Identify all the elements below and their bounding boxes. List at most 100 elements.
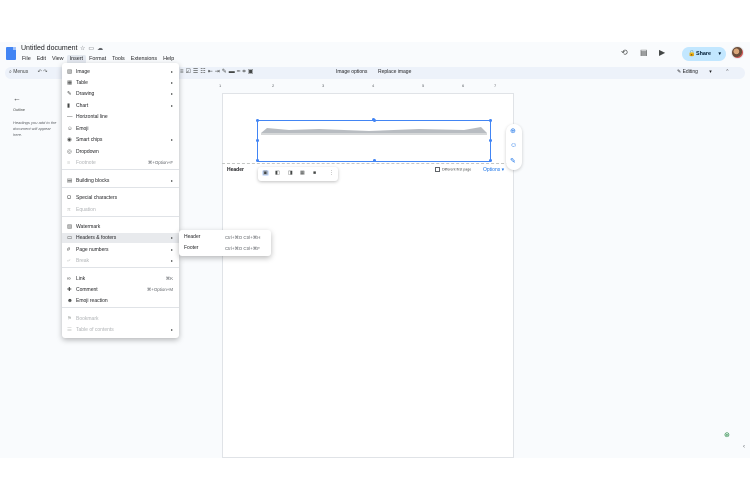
ruler-tick: 6 (462, 83, 465, 88)
grammarly-icon[interactable]: ⊛ (724, 431, 730, 439)
chevron-down-icon[interactable]: ▾ (718, 47, 721, 61)
add-comment-icon[interactable]: ⊕ (510, 127, 516, 135)
wrap-text-icon[interactable]: ◧ (275, 170, 280, 176)
cloud-status-icon[interactable]: ☁ (97, 46, 106, 52)
insert-menu-item-break: ⤶ Break ▸ (62, 256, 179, 266)
vertical-scrollbar[interactable] (743, 90, 746, 452)
header-divider (222, 163, 514, 164)
resize-handle[interactable] (489, 139, 492, 142)
insert-menu-item-chart[interactable]: ▮ Chart ▸ (62, 101, 179, 111)
editing-mode-button[interactable]: ✎ Editing ▾ ⌃ (677, 69, 729, 75)
pen-icon[interactable]: ✎ (222, 69, 229, 75)
resize-handle[interactable] (373, 159, 376, 162)
insert-menu-item-page-numbers[interactable]: # Page numbers ▸ (62, 245, 179, 255)
numbered-list-icon[interactable]: ☷ (200, 69, 207, 75)
suggest-edits-icon[interactable]: ✎ (510, 157, 516, 165)
resize-handle[interactable] (489, 159, 492, 162)
front-of-text-icon[interactable]: ■ (313, 170, 316, 176)
different-first-page-checkbox[interactable]: Different first page (435, 167, 471, 172)
meet-icon[interactable]: ▶ (659, 48, 665, 57)
document-title[interactable]: Untitled document (21, 45, 77, 52)
insert-menu-item-table[interactable]: ▦ Table ▸ (62, 78, 179, 88)
insert-menu-item-label: Drawing (76, 91, 95, 97)
insert-menu-item-label: Headers & footers (76, 235, 117, 241)
smart-chips-icon: ◉ (67, 137, 72, 143)
insert-menu-item-emoji-reaction[interactable]: ☻ Emoji reaction (62, 296, 179, 306)
insert-menu-item-label: Break (76, 258, 90, 264)
title-actions: ☆▭☁ (80, 45, 106, 52)
submenu-item-header[interactable]: Header Ctrl+⌘O Ctrl+⌘H (179, 232, 271, 243)
redo-icon[interactable]: ↷ (43, 69, 47, 75)
insert-menu-item-building-blocks[interactable]: ▤ Building blocks ▸ (62, 176, 179, 186)
comments-icon[interactable]: ▤ (640, 48, 648, 57)
header-options-button[interactable]: Options ▾ (483, 167, 504, 173)
resize-handle[interactable] (256, 159, 259, 162)
insert-menu-item-emoji[interactable]: ☺ Emoji (62, 124, 179, 134)
format-icons: ≡☑☰☷⇤⇥✎▬┅⌗▣ (180, 68, 255, 76)
back-arrow-icon[interactable]: ← (13, 94, 21, 103)
inline-wrap-icon[interactable]: ▣ (262, 170, 269, 176)
image-options-button[interactable]: Image options (336, 69, 367, 75)
border-weight-icon[interactable]: ▬ (229, 69, 237, 75)
insert-menu-item-label: Chart (76, 103, 89, 109)
rotate-handle[interactable] (372, 118, 375, 121)
resize-handle[interactable] (256, 139, 259, 142)
resize-handle[interactable] (256, 119, 259, 122)
menu-file[interactable]: File (19, 55, 34, 64)
break-text-icon[interactable]: ◨ (288, 170, 293, 176)
submenu-item-footer[interactable]: Footer Ctrl+⌘O Ctrl+⌘F (179, 243, 271, 254)
insert-menu-item-watermark[interactable]: ▨ Watermark (62, 222, 179, 232)
page-numbers-icon: # (67, 247, 71, 253)
ruler-tick: 1 (219, 83, 222, 88)
submenu-arrow-icon: ▸ (170, 327, 173, 332)
emoji-reaction-icon[interactable]: ☺ (510, 142, 517, 149)
table-icon: ▦ (67, 80, 73, 86)
header-image[interactable] (256, 119, 492, 162)
editing-mode-label: Editing (682, 69, 698, 75)
insert-menu-item-shortcut: ⌘+Option+M (146, 287, 173, 292)
move-folder-icon[interactable]: ▭ (88, 46, 97, 52)
pencil-icon: ✎ (677, 69, 682, 75)
avatar[interactable] (731, 46, 744, 59)
explore-icon[interactable]: ‹ (743, 444, 745, 450)
special-characters-icon: Ω (67, 195, 72, 201)
insert-menu-item-link[interactable]: ∞ Link ⌘K (62, 274, 179, 284)
ruler-tick: 7 (494, 83, 497, 88)
menus-search[interactable]: ⌕ Menus ↶ ↷ (9, 69, 47, 75)
insert-menu-item-special-characters[interactable]: Ω Special characters (62, 193, 179, 203)
submenu-arrow-icon: ▸ (170, 258, 173, 263)
docs-logo-icon[interactable] (6, 47, 16, 60)
increase-indent-icon[interactable]: ⇥ (215, 69, 222, 75)
menu-edit[interactable]: Edit (34, 55, 49, 64)
more-options-icon[interactable]: ⋮ (329, 170, 334, 176)
checkbox-icon (435, 167, 440, 172)
replace-image-button[interactable]: Replace image (378, 69, 411, 75)
behind-text-icon[interactable]: ▦ (300, 170, 305, 176)
insert-menu-item-image[interactable]: ▧ Image ▸ (62, 67, 179, 77)
horizontal-ruler[interactable]: 1 2 3 4 5 6 7 (219, 83, 514, 89)
insert-menu-item-comment[interactable]: ✚ Comment ⌘+Option+M (62, 285, 179, 295)
submenu-item-label: Footer (184, 245, 199, 251)
menu-separator (62, 187, 179, 188)
insert-menu-item-label: Image (76, 69, 90, 75)
insert-menu-item-horizontal-line[interactable]: — Horizontal line (62, 112, 179, 122)
resize-handle[interactable] (489, 119, 492, 122)
checklist-icon[interactable]: ☑ (186, 69, 193, 75)
image-reset-icon[interactable]: ▣ (248, 69, 256, 75)
insert-menu-item-headers-footers[interactable]: ▭ Headers & footers ▸ (62, 233, 179, 243)
share-button[interactable]: 🔒 Share ▾ (682, 47, 726, 61)
insert-menu-item-label: Horizontal line (76, 114, 108, 120)
insert-menu-item-label: Smart chips (76, 137, 103, 143)
undo-icon[interactable]: ↶ (38, 69, 42, 75)
insert-menu-item-label: Footnote (76, 160, 96, 166)
insert-menu-item-dropdown[interactable]: ◎ Dropdown (62, 147, 179, 157)
insert-menu-item-smart-chips[interactable]: ◉ Smart chips ▸ (62, 135, 179, 145)
history-icon[interactable]: ⟲ (621, 48, 628, 57)
header-label: Header (227, 167, 244, 173)
decrease-indent-icon[interactable]: ⇤ (208, 69, 215, 75)
collapse-icon[interactable]: ⌃ (725, 69, 729, 75)
ruler-tick: 3 (322, 83, 325, 88)
insert-menu-item-drawing[interactable]: ✎ Drawing ▸ (62, 89, 179, 99)
emoji-icon: ☺ (67, 126, 73, 132)
menu-separator (62, 267, 179, 268)
